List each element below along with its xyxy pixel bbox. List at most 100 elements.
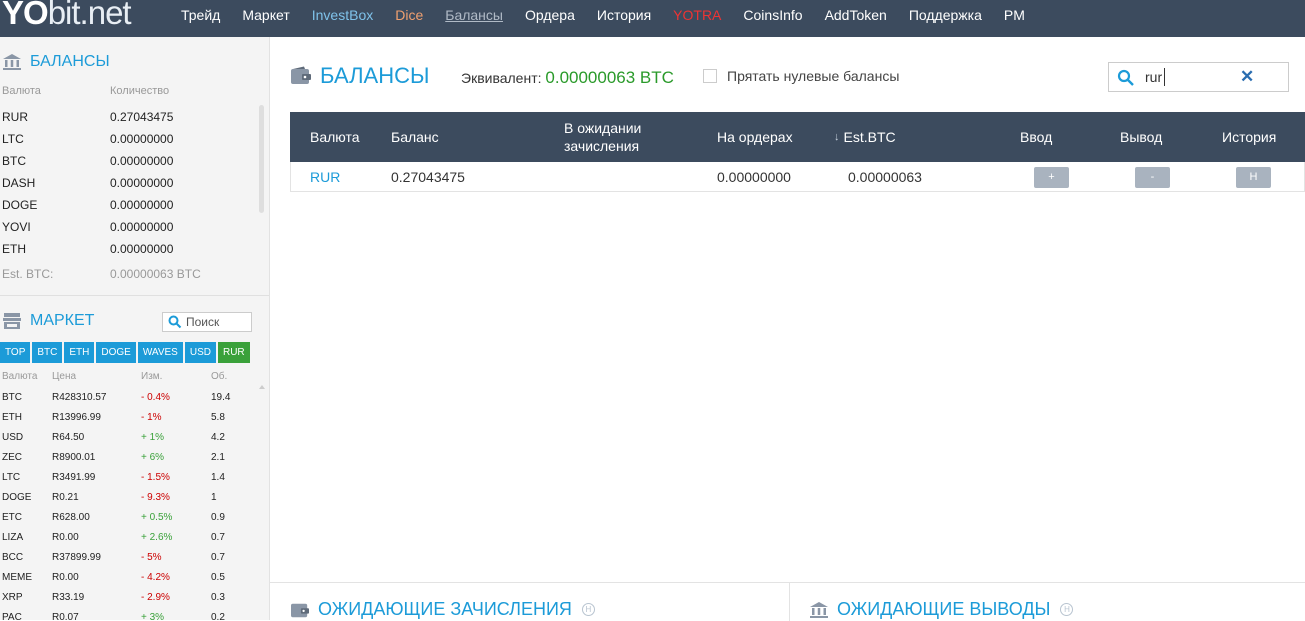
hide-zero-toggle[interactable]: Прятать нулевые балансы xyxy=(703,68,899,84)
market-vol: 19.4 xyxy=(211,392,231,403)
th-deposit: Ввод xyxy=(1020,129,1053,145)
market-change: - 5% xyxy=(141,552,162,563)
table-row[interactable]: LTC R3491.99 - 1.5% 1.4 xyxy=(2,472,262,492)
table-row[interactable]: BCC R37899.99 - 5% 0.7 xyxy=(2,552,262,572)
list-item[interactable]: RUR 0.27043475 xyxy=(2,107,252,129)
market-tab[interactable]: TOP xyxy=(0,342,31,363)
search-value: rur xyxy=(1145,69,1163,85)
market-cur: ETH xyxy=(2,412,22,423)
nav-item[interactable]: AddToken xyxy=(814,0,898,37)
nav-item[interactable]: Балансы xyxy=(434,0,514,37)
list-item[interactable]: DOGE 0.00000000 xyxy=(2,195,252,217)
nav-item[interactable]: История xyxy=(586,0,662,37)
nav-item[interactable]: Маркет xyxy=(231,0,300,37)
withdraw-button[interactable]: - xyxy=(1135,167,1170,188)
bottom-sections: ОЖИДАЮЩИЕ ЗАЧИСЛЕНИЯ H ОЖИДАЮЩИЕ ВЫВОДЫ … xyxy=(270,582,1305,621)
balance-currency: DOGE xyxy=(2,198,38,212)
market-vol: 5.8 xyxy=(211,412,225,423)
th-currency[interactable]: Валюта xyxy=(310,112,360,162)
nav-item[interactable]: Dice xyxy=(384,0,434,37)
yobit-logo[interactable]: YObit.net xyxy=(2,0,132,32)
table-row[interactable]: LIZA R0.00 + 2.6% 0.7 xyxy=(2,532,262,552)
th-on-orders[interactable]: На ордерах xyxy=(717,112,793,162)
top-navbar: YObit.net Трейд Маркет InvestBox Dice Баланс… xyxy=(0,0,1305,37)
help-icon[interactable]: H xyxy=(581,603,595,616)
balance-currency: DASH xyxy=(2,176,36,190)
table-row[interactable]: MEME R0.00 - 4.2% 0.5 xyxy=(2,572,262,592)
nav-item[interactable]: Поддержка xyxy=(898,0,993,37)
market-vol: 0.9 xyxy=(211,512,225,523)
row-balance: 0.27043475 xyxy=(391,169,465,185)
table-row[interactable]: XRP R33.19 - 2.9% 0.3 xyxy=(2,592,262,612)
table-header: Валюта Баланс В ожидании зачисления На о… xyxy=(290,112,1305,162)
table-row[interactable]: ETC R628.00 + 0.5% 0.9 xyxy=(2,512,262,532)
list-item[interactable]: DASH 0.00000000 xyxy=(2,173,252,195)
market-tabs: TOP BTC ETH DOGE WAVES USD RUR xyxy=(0,342,252,363)
scroll-up-arrow-icon[interactable] xyxy=(259,385,265,389)
th-est-btc[interactable]: ↓ Est.BTC xyxy=(834,112,896,162)
balance-amount: 0.00000000 xyxy=(110,242,174,256)
market-tab[interactable]: USD xyxy=(184,342,216,363)
table-row: RUR 0.27043475 0.00000000 0.00000063 + -… xyxy=(290,162,1305,192)
market-change: - 1% xyxy=(141,412,162,423)
balance-amount: 0.27043475 xyxy=(110,110,174,124)
balance-amount: 0.00000000 xyxy=(110,176,174,190)
market-cur: MEME xyxy=(2,572,32,583)
market-change: + 0.5% xyxy=(141,512,173,523)
help-icon[interactable]: H xyxy=(1060,603,1074,616)
row-est-btc: 0.00000063 xyxy=(848,169,922,185)
market-vol: 2.1 xyxy=(211,452,225,463)
market-cur: USD xyxy=(2,432,24,443)
th-history: История xyxy=(1222,129,1277,145)
nav-item[interactable]: InvestBox xyxy=(301,0,384,37)
market-price: R628.00 xyxy=(52,512,90,523)
market-change: + 6% xyxy=(141,452,165,463)
nav-item[interactable]: Трейд xyxy=(170,0,231,37)
balance-search-input[interactable]: rur ✕ xyxy=(1108,62,1289,92)
sidebar: БАЛАНСЫ Валюта Количество RUR 0.27043475 L… xyxy=(0,37,270,620)
list-item[interactable]: ETH 0.00000000 xyxy=(2,239,252,261)
market-cur: BCC xyxy=(2,552,24,563)
nav-item[interactable]: YOTRA xyxy=(662,0,732,37)
market-tab[interactable]: RUR xyxy=(217,342,250,363)
table-row[interactable]: ZEC R8900.01 + 6% 2.1 xyxy=(2,452,262,472)
market-search-input[interactable]: Поиск xyxy=(162,312,252,332)
market-vol: 0.3 xyxy=(211,592,225,603)
balance-currency: ETH xyxy=(2,242,26,256)
market-change: - 4.2% xyxy=(141,572,170,583)
market-tab[interactable]: BTC xyxy=(32,342,63,363)
sort-down-icon: ↓ xyxy=(834,131,840,143)
market-cur: LTC xyxy=(2,472,21,483)
market-change: - 9.3% xyxy=(141,492,170,503)
nav-item[interactable]: CoinsInfo xyxy=(732,0,813,37)
market-tab[interactable]: WAVES xyxy=(137,342,183,363)
table-row[interactable]: ETH R13996.99 - 1% 5.8 xyxy=(2,412,262,432)
clear-search-icon[interactable]: ✕ xyxy=(1240,67,1254,87)
th-pending[interactable]: В ожидании зачисления xyxy=(564,112,641,162)
market-cur: DOGE xyxy=(2,492,32,503)
list-item[interactable]: YOVI 0.00000000 xyxy=(2,217,252,239)
market-vol: 0.7 xyxy=(211,552,225,563)
nav-item[interactable]: PM xyxy=(993,0,1036,37)
deposit-button[interactable]: + xyxy=(1034,167,1069,188)
table-row[interactable]: BTC R428310.57 - 0.4% 19.4 xyxy=(2,392,262,412)
market-price: R64.50 xyxy=(52,432,85,443)
market-vol: 0.7 xyxy=(211,532,225,543)
market-tab[interactable]: ETH xyxy=(64,342,95,363)
divider xyxy=(789,583,790,621)
divider xyxy=(0,295,269,296)
table-row[interactable]: PAC R0.07 + 3% 0.2 xyxy=(2,612,262,620)
table-row[interactable]: DOGE R0.21 - 9.3% 1 xyxy=(2,492,262,512)
th-balance[interactable]: Баланс xyxy=(391,112,439,162)
hide-zero-checkbox[interactable] xyxy=(703,69,717,83)
list-item[interactable]: BTC 0.00000000 xyxy=(2,151,252,173)
nav-item[interactable]: Ордера xyxy=(514,0,586,37)
list-item[interactable]: LTC 0.00000000 xyxy=(2,129,252,151)
pending-deposits-title: ОЖИДАЮЩИЕ ЗАЧИСЛЕНИЯ H xyxy=(290,599,595,620)
balances-scrollbar[interactable] xyxy=(259,105,264,213)
table-row[interactable]: USD R64.50 + 1% 4.2 xyxy=(2,432,262,452)
market-tab[interactable]: DOGE xyxy=(96,342,136,363)
market-change: - 1.5% xyxy=(141,472,170,483)
row-currency-link[interactable]: RUR xyxy=(310,169,340,185)
history-button[interactable]: H xyxy=(1236,167,1271,188)
